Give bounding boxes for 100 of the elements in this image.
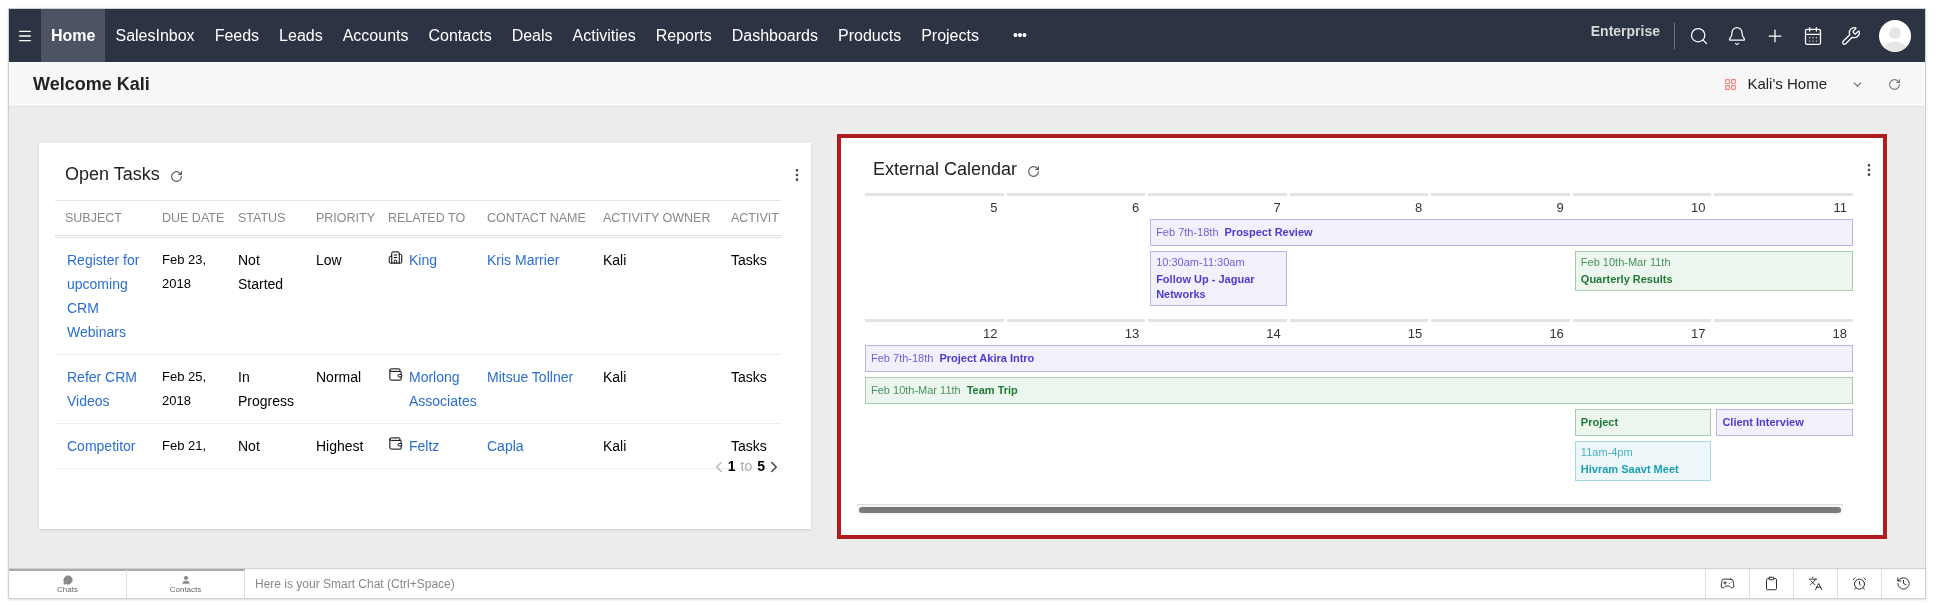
contact-link[interactable]: Capla	[477, 434, 593, 458]
table-cell-text: Normal	[315, 368, 363, 387]
table-cell-text: Tasks	[730, 251, 768, 270]
day-number: 6	[1006, 193, 1146, 215]
home-view-selector[interactable]: Kali's Home	[1724, 72, 1864, 96]
smart-chat-field[interactable]: Here is your Smart Chat (Ctrl+Space)	[245, 569, 1705, 598]
nav-tab[interactable]: Deals	[501, 9, 563, 62]
event-time: Feb 10th-Mar 11th	[1580, 255, 1672, 270]
column-header: PRIORITY	[315, 209, 377, 227]
nav-tab[interactable]: Activities	[562, 9, 646, 62]
gamepad-icon[interactable]	[1720, 576, 1735, 591]
event-title: Prospect Review	[1224, 225, 1313, 241]
event-date: Feb 7th-18th	[871, 351, 934, 367]
day-number: 17	[1572, 319, 1712, 341]
refresh-icon[interactable]	[1888, 77, 1901, 91]
nav-tab[interactable]: Home	[41, 9, 106, 62]
column-header: CONTACT NAME	[486, 209, 587, 227]
day-number: 15	[1289, 319, 1429, 341]
nav-tab[interactable]: Leads	[269, 9, 333, 62]
table-cell-text: Kali	[602, 251, 628, 270]
related-to-link[interactable]: Morlong Associates	[409, 365, 477, 413]
grid-icon	[1724, 77, 1738, 91]
refresh-icon[interactable]	[169, 170, 183, 183]
clipboard-icon[interactable]	[1764, 576, 1779, 591]
event-title: Client Interview	[1722, 415, 1804, 431]
setup-icon[interactable]	[1841, 25, 1861, 46]
card-title: External Calendar	[873, 158, 1018, 181]
calendar-event[interactable]: Client Interview	[1716, 409, 1853, 436]
related-to-link[interactable]: King	[409, 248, 438, 344]
day-number: 10	[1572, 193, 1712, 215]
nav-tab[interactable]: Dashboards	[721, 9, 828, 62]
event-title: Follow Up - Jaguar Networks	[1156, 272, 1256, 302]
day-number: 12	[865, 319, 1004, 341]
table-cell-text: Not	[237, 437, 261, 456]
column-header: DUE DATE	[161, 209, 226, 227]
table-cell-text: Tasks	[730, 368, 768, 387]
table-cell-text: Highest	[315, 437, 365, 456]
history-icon[interactable]	[1896, 576, 1911, 591]
column-header: STATUS	[237, 209, 287, 227]
task-subject-link[interactable]: Register for upcoming CRM Webinars	[55, 248, 152, 344]
event-title: Hivram Saavt Meet	[1580, 462, 1680, 477]
table-cell-text: Not Started	[237, 251, 285, 294]
nav-tab[interactable]: Products	[828, 9, 912, 62]
more-button[interactable]: •••	[1012, 25, 1027, 46]
day-number: 7	[1148, 193, 1287, 215]
calendar-event[interactable]: 10:30am-11:30am Follow Up - Jaguar Networks	[1150, 251, 1287, 306]
day-number: 14	[1148, 319, 1287, 341]
calendar-event[interactable]: Feb 10th-Mar 11th Team Trip	[865, 377, 1853, 404]
column-header: ACTIVIT	[730, 209, 780, 227]
table-cell-text: Feb 25, 2018	[161, 368, 208, 410]
bell-icon[interactable]	[1727, 25, 1747, 46]
contact-icon	[180, 575, 191, 585]
calendar-event[interactable]: Project	[1574, 409, 1712, 436]
column-header: RELATED TO	[387, 209, 467, 227]
calendar-event[interactable]: Feb 10th-Mar 11th Quarterly Results	[1574, 251, 1853, 291]
nav-tab[interactable]: SalesInbox	[105, 9, 205, 62]
nav-tab[interactable]: Reports	[645, 9, 722, 62]
nav-tab[interactable]: Contacts	[418, 9, 502, 62]
event-title: Team Trip	[966, 383, 1018, 399]
day-number: 5	[865, 193, 1004, 215]
table-cell-text: Low	[315, 251, 343, 270]
day-number: 18	[1714, 319, 1853, 341]
event-date: Feb 10th-Mar 11th	[871, 383, 961, 399]
event-title: Project	[1580, 415, 1619, 431]
card-title: Open Tasks	[65, 163, 160, 186]
related-to-link[interactable]: Feltz	[409, 434, 440, 458]
table-cell-text: In Progress	[237, 368, 296, 411]
avatar-icon[interactable]	[1879, 19, 1911, 52]
translate-icon[interactable]	[1808, 576, 1823, 591]
page-from: 1	[727, 457, 736, 476]
task-subject-link[interactable]: Competitor	[55, 434, 152, 458]
day-number: 16	[1431, 319, 1570, 341]
event-time: 11am-4pm	[1580, 445, 1634, 460]
calendar-event[interactable]: Feb 7th-18th Project Akira Intro	[865, 345, 1853, 372]
nav-tab[interactable]: Accounts	[332, 9, 419, 62]
page-to-word: to	[740, 457, 753, 476]
task-subject-link[interactable]: Refer CRM Videos	[55, 365, 152, 413]
table-cell-text: Kali	[602, 368, 628, 387]
horizontal-scrollbar[interactable]	[857, 504, 1843, 515]
nav-tab[interactable]: Projects	[911, 9, 989, 62]
contact-link[interactable]: Mitsue Tollner	[477, 365, 593, 413]
wallet-icon	[388, 436, 403, 451]
footer-tab[interactable]: Contacts	[127, 569, 245, 598]
calendar-event[interactable]: Feb 7th-18th Prospect Review	[1150, 219, 1853, 246]
column-header: ACTIVITY OWNER	[602, 209, 712, 227]
edition-label: Enterprise	[1590, 22, 1660, 41]
alarm-clock-icon[interactable]	[1852, 576, 1867, 591]
day-number: 9	[1431, 193, 1570, 215]
contact-link[interactable]: Kris Marrier	[477, 248, 593, 344]
table-cell-text: Feb 21,	[161, 437, 208, 455]
event-time: 10:30am-11:30am	[1156, 255, 1246, 270]
day-number: 11	[1714, 193, 1853, 215]
refresh-icon[interactable]	[1027, 165, 1041, 178]
calendar-icon[interactable]	[1803, 25, 1823, 46]
event-date: Feb 7th-18th	[1156, 225, 1219, 241]
search-icon[interactable]	[1689, 25, 1709, 46]
chat-icon	[62, 575, 73, 585]
nav-tab[interactable]: Feeds	[204, 9, 270, 62]
footer-tab[interactable]: Chats	[9, 569, 127, 598]
column-header: SUBJECT	[64, 209, 123, 227]
